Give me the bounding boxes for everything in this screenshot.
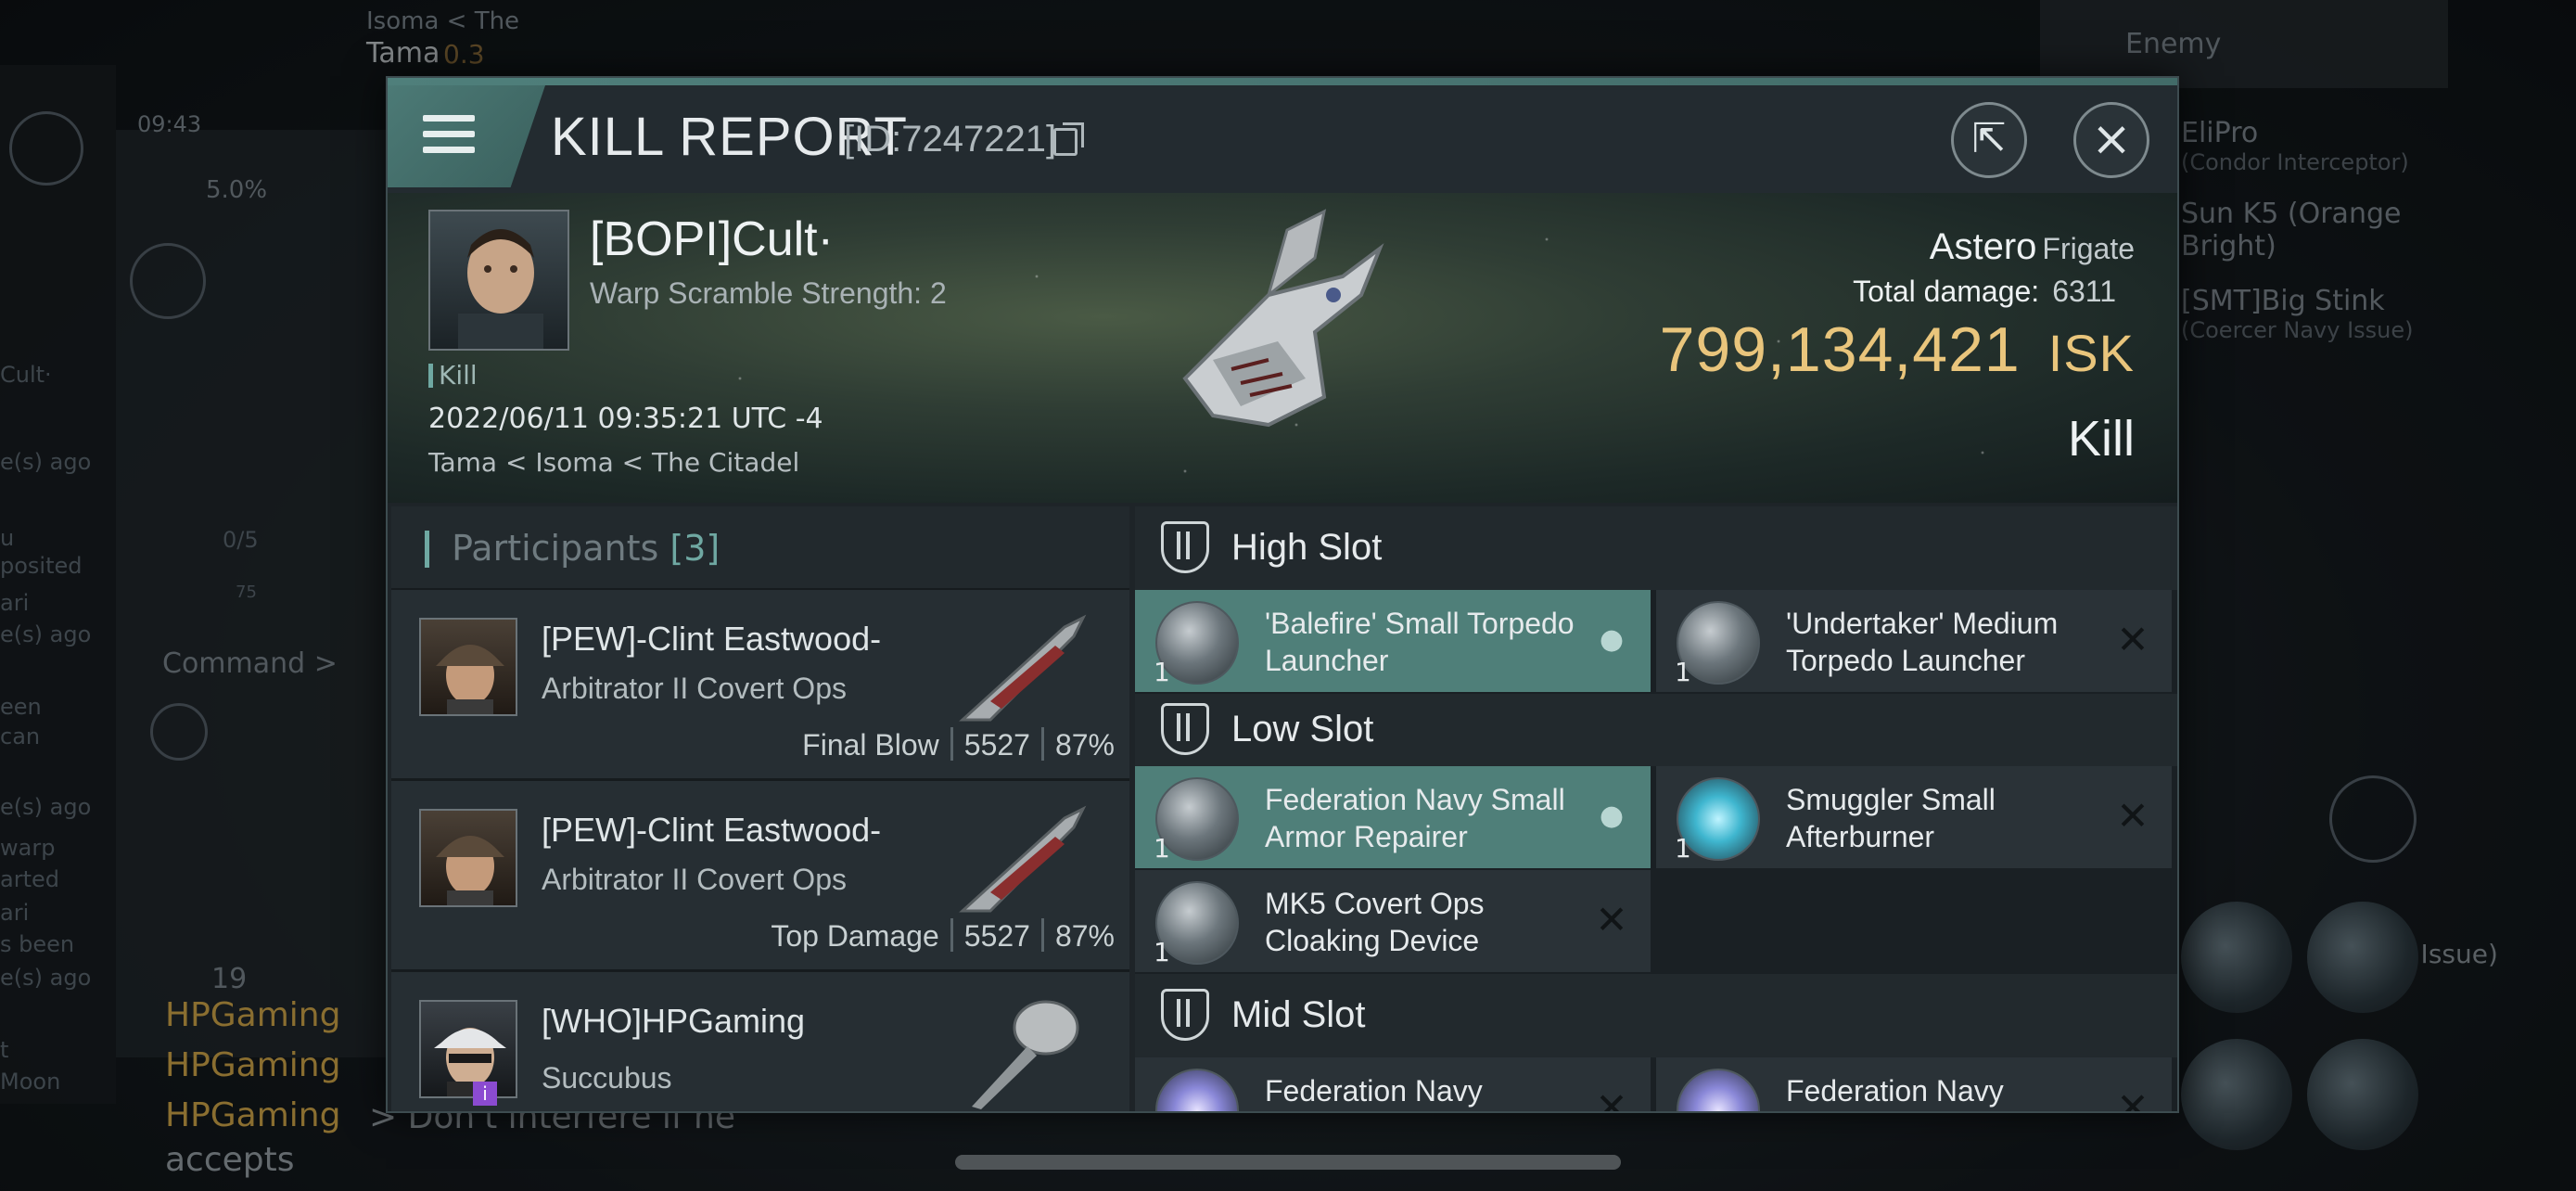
fittings-panel: High Slot 1 'Balefire' Small Torpedo Lau… [1135, 506, 2177, 1113]
participant-ship-image [972, 1000, 1079, 1109]
share-icon: ⇱ [1971, 115, 2007, 162]
destroyed-x-icon: ✕ [1595, 1084, 1628, 1113]
total-damage-value: 6311 [2052, 275, 2116, 308]
high-slot-label: High Slot [1231, 527, 1383, 568]
participant-row[interactable]: [PEW]-Clint Eastwood- Arbitrator II Cove… [391, 781, 1129, 972]
mid-module-icon [1677, 1069, 1760, 1111]
ship-name[interactable]: Astero [1930, 226, 2037, 267]
mid-slot-icon [1161, 989, 1209, 1041]
module-item[interactable]: Federation Navy ✕ [1656, 1057, 2172, 1113]
participant-name: [PEW]-Clint Eastwood- [542, 620, 882, 658]
participant-ship: Succubus [542, 1061, 672, 1095]
participant-role: Final Blow [802, 728, 939, 762]
participant-stats: Top Damage 5527 87% [771, 918, 1115, 954]
participant-avatar[interactable] [419, 618, 517, 716]
dialog-accent-line [388, 78, 2177, 85]
low-slot-header: Low Slot [1135, 694, 2177, 766]
kill-tag: Kill [428, 360, 478, 391]
isk-value: 799,134,421 ISK [1660, 314, 2135, 386]
dropped-person-icon: ● [1599, 800, 1625, 832]
high-slot-header: High Slot [1135, 506, 2177, 590]
participant-ship: Arbitrator II Covert Ops [542, 863, 847, 896]
module-quantity: 1 [1675, 833, 1691, 864]
victim-name[interactable]: [BOPI]Cult· [590, 211, 834, 267]
low-slot-icon [1161, 703, 1209, 755]
isk-unit: ISK [2047, 324, 2135, 382]
participants-label: Participants [452, 528, 659, 569]
participant-damage: 5527 [963, 919, 1030, 953]
menu-button[interactable] [388, 85, 545, 187]
mid-slot-header: Mid Slot [1135, 974, 2177, 1057]
participants-header: Participants [3] [391, 506, 1129, 590]
hamburger-icon [423, 115, 475, 158]
module-row: 1 MK5 Covert Ops Cloaking Device ✕ [1135, 870, 2177, 974]
report-id: [ID:7247221] [844, 119, 1057, 160]
destroyed-x-icon: ✕ [1595, 897, 1628, 942]
dialog-header: KILL REPORT [ID:7247221] ⇱ × [388, 85, 2177, 193]
mid-slot-label: Mid Slot [1231, 994, 1366, 1035]
participant-row[interactable]: i [WHO]HPGaming Succubus [391, 972, 1129, 1111]
destroyed-x-icon: ✕ [2116, 793, 2149, 839]
module-row: 1 'Balefire' Small Torpedo Launcher ● 1 … [1135, 590, 2177, 694]
kill-location[interactable]: Tama < Isoma < The Citadel [428, 447, 799, 478]
close-icon: × [2091, 111, 2132, 167]
destroyed-x-icon: ✕ [2116, 1084, 2149, 1113]
participant-percent: 87% [1054, 919, 1115, 953]
module-item[interactable]: 1 'Undertaker' Medium Torpedo Launcher ✕ [1656, 590, 2172, 692]
ship-class: Frigate [2042, 232, 2135, 265]
module-name: 'Balefire' Small Torpedo Launcher [1265, 607, 1575, 677]
participant-damage: 5527 [963, 728, 1030, 762]
kill-datetime: 2022/06/11 09:35:21 UTC -4 [428, 403, 823, 435]
module-quantity: 1 [1154, 833, 1170, 864]
isk-amount: 799,134,421 [1659, 314, 2021, 385]
module-name: MK5 Covert Ops Cloaking Device [1265, 887, 1485, 957]
participant-percent: 87% [1054, 728, 1115, 762]
kill-report-dialog: KILL REPORT [ID:7247221] ⇱ × [BOPI]Cult·… [386, 76, 2179, 1113]
high-slot-icon [1161, 521, 1209, 573]
module-item[interactable]: 1 'Balefire' Small Torpedo Launcher ● [1135, 590, 1651, 692]
victim-detail: Warp Scramble Strength: 2 [590, 276, 947, 310]
copy-icon[interactable] [1053, 122, 1084, 156]
participant-ship-image [959, 614, 1087, 722]
participant-row[interactable]: [PEW]-Clint Eastwood- Arbitrator II Cove… [391, 590, 1129, 781]
participant-ship-image [959, 805, 1087, 913]
dropped-person-icon: ● [1599, 623, 1625, 656]
participant-avatar[interactable] [419, 1000, 517, 1098]
victim-portrait[interactable] [428, 210, 569, 351]
victim-ship-image[interactable] [1129, 193, 1426, 490]
module-item[interactable]: 1 MK5 Covert Ops Cloaking Device ✕ [1135, 870, 1651, 972]
module-quantity: 1 [1154, 657, 1170, 687]
report-type: Kill [2067, 411, 2135, 467]
victim-ship: Astero Frigate [1930, 226, 2135, 268]
participant-stats: Final Blow 5527 87% [802, 727, 1115, 762]
participant-role: Top Damage [771, 919, 939, 953]
total-damage: Total damage: 6311 [1853, 275, 2116, 309]
low-slot-label: Low Slot [1231, 709, 1374, 749]
participants-panel: Participants [3] [PEW]-Clint Eastwood- A… [391, 506, 1129, 1111]
close-button[interactable]: × [2073, 102, 2149, 178]
module-quantity: 1 [1154, 937, 1170, 967]
module-item[interactable]: Federation Navy ✕ [1135, 1057, 1651, 1113]
participant-name: [PEW]-Clint Eastwood- [542, 811, 882, 849]
module-row: 1 Federation Navy Small Armor Repairer ●… [1135, 766, 2177, 870]
module-row: Federation Navy ✕ Federation Navy ✕ [1135, 1057, 2177, 1113]
module-item[interactable]: 1 Federation Navy Small Armor Repairer ● [1135, 766, 1651, 868]
info-badge-icon: i [473, 1082, 497, 1106]
destroyed-x-icon: ✕ [2116, 617, 2149, 662]
participant-ship: Arbitrator II Covert Ops [542, 672, 847, 705]
share-button[interactable]: ⇱ [1951, 102, 2027, 178]
total-damage-label: Total damage: [1853, 275, 2040, 308]
module-name: Federation Navy [1265, 1074, 1483, 1108]
kill-banner: [BOPI]Cult· Warp Scramble Strength: 2 Ki… [388, 193, 2177, 503]
module-quantity: 1 [1675, 657, 1691, 687]
module-item[interactable]: 1 Smuggler Small Afterburner ✕ [1656, 766, 2172, 868]
participant-avatar[interactable] [419, 809, 517, 907]
mid-module-icon [1155, 1069, 1239, 1111]
module-name: Federation Navy Small Armor Repairer [1265, 783, 1565, 853]
module-name: Federation Navy [1786, 1074, 2004, 1108]
module-name: Smuggler Small Afterburner [1786, 783, 1996, 853]
participant-name: [WHO]HPGaming [542, 1002, 806, 1040]
module-name: 'Undertaker' Medium Torpedo Launcher [1786, 607, 2059, 677]
participants-count: [3] [670, 528, 721, 569]
